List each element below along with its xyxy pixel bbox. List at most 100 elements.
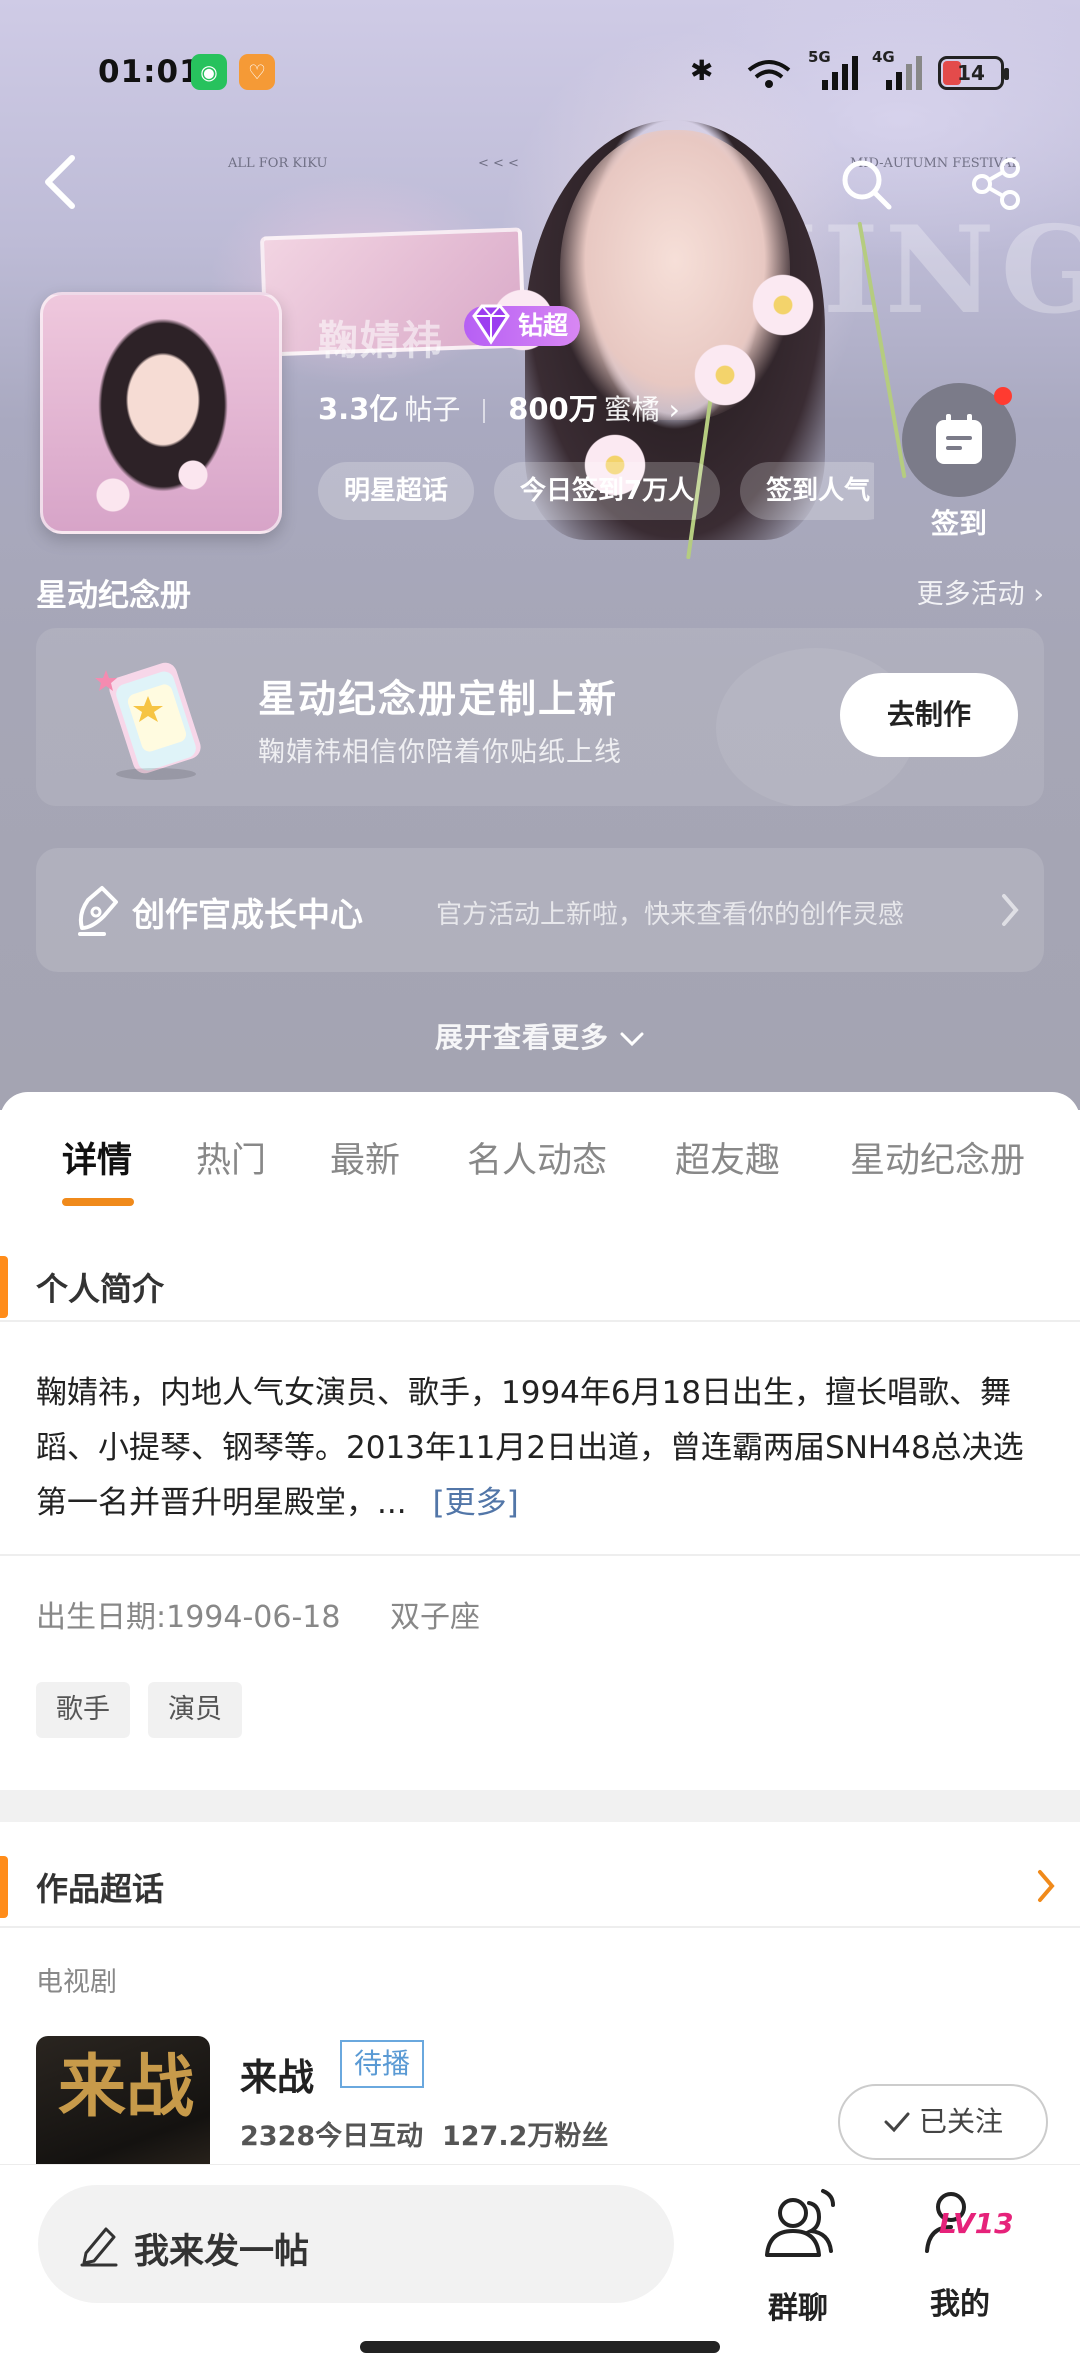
memorial-promo-card[interactable]: 星动纪念册定制上新 鞠婧祎相信你陪着你贴纸上线 去制作 xyxy=(36,628,1044,806)
work-name[interactable]: 来战 xyxy=(240,2047,314,2101)
make-button[interactable]: 去制作 xyxy=(840,673,1018,757)
fans-count: 800万 xyxy=(508,392,598,426)
creator-center-card[interactable]: 创作官成长中心 官方活动上新啦，快来查看你的创作灵感 xyxy=(36,848,1044,972)
tab-super-fun[interactable]: 超友趣 xyxy=(675,1132,780,1183)
wechat-notification-icon: ◉ xyxy=(191,54,227,90)
divider xyxy=(0,1320,1080,1322)
work-status-badge: 待播 xyxy=(340,2040,425,2088)
tag-list: 歌手 演员 xyxy=(36,1682,260,1738)
work-interactions: 2328今日互动 xyxy=(240,2121,424,2152)
sticker-album-icon xyxy=(95,662,201,780)
chevron-down-icon xyxy=(620,1032,644,1047)
zodiac-sign: 双子座 xyxy=(390,1600,480,1635)
share-icon[interactable] xyxy=(968,156,1024,212)
flower-decoration xyxy=(690,340,760,410)
intro-title: 个人简介 xyxy=(36,1270,165,1308)
signal-4g-label: 4G xyxy=(872,48,895,66)
pencil-icon xyxy=(80,2227,118,2267)
battery-icon: 14 xyxy=(938,56,1009,90)
tab-latest[interactable]: 最新 xyxy=(330,1132,400,1183)
more-activities-label: 更多活动 xyxy=(916,579,1025,610)
hero-art-caption-mid: < < < xyxy=(478,156,519,171)
profile-name: 鞠婧祎 xyxy=(318,318,444,364)
tag-actress[interactable]: 演员 xyxy=(148,1682,242,1738)
posts-label: 帖子 xyxy=(404,393,461,426)
more-activities-link[interactable]: 更多活动 › xyxy=(917,572,1044,611)
status-time: 01:01 xyxy=(98,54,202,90)
birth-date: 出生日期:1994-06-18 xyxy=(36,1600,341,1635)
compose-placeholder: 我来发一帖 xyxy=(134,2232,310,2272)
home-indicator xyxy=(360,2341,720,2353)
signin-button[interactable] xyxy=(902,383,1016,497)
tab-celebrity-news[interactable]: 名人动态 xyxy=(467,1132,607,1183)
section-accent-bar xyxy=(0,1856,8,1918)
fans-label: 蜜橘 xyxy=(603,393,660,426)
profile-chips: 明星超话 今日签到7万人 签到人气 xyxy=(318,462,874,522)
bottom-bar: 我来发一帖 群聊 LV13 我的 xyxy=(0,2164,1080,2373)
tab-hot[interactable]: 热门 xyxy=(196,1132,266,1183)
expand-more-button[interactable]: 展开查看更多 xyxy=(0,1016,1080,1056)
posts-count: 3.3亿 xyxy=(318,392,399,426)
chip-signin-popularity[interactable]: 签到人气 xyxy=(740,462,874,520)
battery-level: 14 xyxy=(957,61,985,85)
chevron-right-icon xyxy=(1038,1870,1055,1902)
group-chat-icon xyxy=(765,2189,835,2257)
works-title: 作品超话 xyxy=(36,1870,165,1908)
chip-today-signin[interactable]: 今日签到7万人 xyxy=(494,462,721,520)
bio-more-link[interactable]: [更多] xyxy=(433,1485,519,1521)
divider xyxy=(0,1926,1080,1928)
memorial-section-title: 星动纪念册 xyxy=(36,578,191,614)
signal-4g-icon: 4G xyxy=(872,48,924,94)
notification-dot xyxy=(994,387,1012,405)
chip-star-topic[interactable]: 明星超话 xyxy=(318,462,475,520)
bluetooth-icon: ✱ xyxy=(690,54,714,87)
hero-art-caption-left: ALL FOR KIKU xyxy=(228,156,328,171)
calendar-icon xyxy=(936,414,982,464)
divider xyxy=(0,1554,1080,1556)
user-level-icon: LV13 xyxy=(915,2185,1014,2265)
promo-title: 星动纪念册定制上新 xyxy=(258,677,619,721)
compose-post-button[interactable]: 我来发一帖 xyxy=(38,2185,674,2303)
mine-button[interactable]: LV13 我的 xyxy=(900,2185,1020,2323)
section-accent-bar xyxy=(0,1256,8,1318)
works-header[interactable]: 作品超话 xyxy=(0,1836,1080,1926)
user-level-label: LV13 xyxy=(939,2207,1014,2240)
diamond-icon xyxy=(472,304,510,345)
creator-center-title: 创作官成长中心 xyxy=(132,895,363,934)
profile-stats: 3.3亿 帖子 800万 蜜橘 › xyxy=(318,386,680,428)
tab-memorial-album[interactable]: 星动纪念册 xyxy=(850,1132,1025,1183)
signal-5g-label: 5G xyxy=(808,48,831,66)
tag-singer[interactable]: 歌手 xyxy=(36,1682,130,1738)
signin-label: 签到 xyxy=(930,507,987,540)
flower-decoration xyxy=(748,270,818,340)
back-button[interactable] xyxy=(38,152,82,212)
works-category: 电视剧 xyxy=(36,1967,117,1998)
bio-content: 鞠婧祎，内地人气女演员、歌手，1994年6月18日出生，擅长唱歌、舞蹈、小提琴、… xyxy=(36,1375,1024,1521)
tab-details[interactable]: 详情 xyxy=(62,1132,132,1183)
search-icon[interactable] xyxy=(838,156,894,212)
group-chat-label: 群聊 xyxy=(768,2291,828,2326)
work-stats: 2328今日互动 127.2万粉丝 xyxy=(240,2114,608,2153)
creator-center-subtitle: 官方活动上新啦，快来查看你的创作灵感 xyxy=(436,900,905,930)
mine-label: 我的 xyxy=(930,2287,990,2322)
avatar[interactable] xyxy=(40,292,282,534)
fans-stat[interactable]: 800万 蜜橘 › xyxy=(508,392,680,426)
checkmark-icon xyxy=(884,2112,910,2133)
chevron-right-icon xyxy=(1002,894,1019,926)
expand-more-label: 展开查看更多 xyxy=(434,1021,609,1054)
creator-pen-icon xyxy=(78,886,118,936)
work-poster-text: 来战 xyxy=(58,2047,195,2127)
badge-label: 钻超 xyxy=(518,311,569,340)
status-bar: 01:01 ◉ ♡ ✱ 5G 4G 14 xyxy=(0,48,1080,94)
section-gap xyxy=(0,1790,1080,1822)
signal-5g-icon: 5G xyxy=(808,48,860,94)
work-fans: 127.2万粉丝 xyxy=(441,2121,609,2152)
tab-bar: 详情 热门 最新 名人动态 超友趣 星动纪念册 xyxy=(0,1132,1080,1212)
app-notification-icon: ♡ xyxy=(239,54,275,90)
followed-button[interactable]: 已关注 xyxy=(838,2084,1048,2160)
intro-header: 个人简介 xyxy=(0,1236,1080,1326)
group-chat-button[interactable]: 群聊 xyxy=(738,2185,858,2327)
super-topic-badge[interactable]: 钻超 xyxy=(464,304,581,346)
promo-subtitle: 鞠婧祎相信你陪着你贴纸上线 xyxy=(258,737,622,768)
wifi-icon xyxy=(746,58,792,90)
